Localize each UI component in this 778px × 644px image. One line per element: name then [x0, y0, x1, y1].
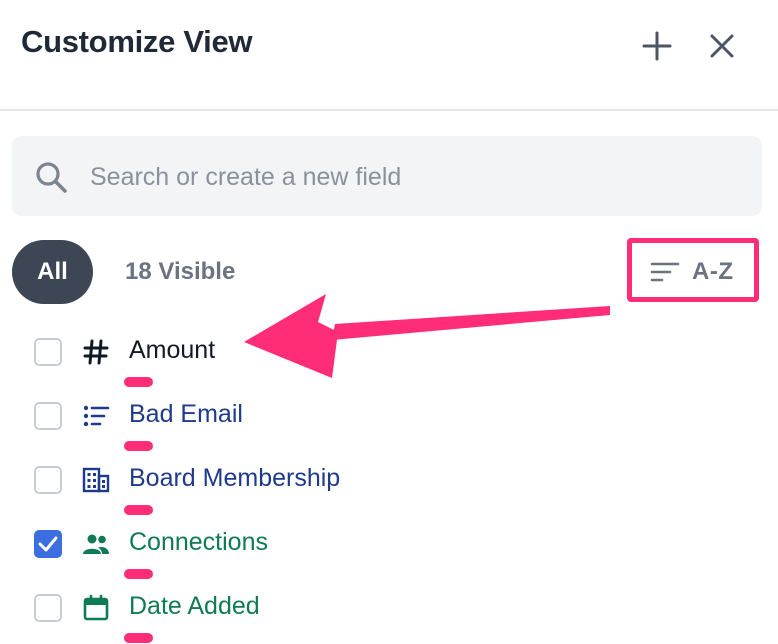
- visible-count: 18 Visible: [125, 258, 236, 285]
- field-row-amount[interactable]: Amount: [0, 327, 560, 387]
- field-checkbox[interactable]: [34, 338, 62, 366]
- sort-az-button[interactable]: A-Z: [650, 254, 733, 290]
- add-field-button[interactable]: [637, 26, 677, 66]
- annotation-underline: [124, 441, 153, 451]
- search-box[interactable]: [12, 136, 762, 216]
- field-label: Board Membership: [129, 464, 341, 492]
- checkmark-icon: [38, 536, 58, 552]
- field-checkbox-checked[interactable]: [34, 530, 62, 558]
- close-button[interactable]: [702, 26, 742, 66]
- annotation-underline: [124, 633, 153, 643]
- search-input[interactable]: [88, 156, 732, 198]
- list-icon: [83, 405, 110, 427]
- header-divider: [0, 109, 778, 111]
- field-label: Amount: [129, 336, 216, 364]
- field-row-board-membership[interactable]: Board Membership: [0, 455, 560, 515]
- annotation-underline: [124, 377, 153, 387]
- search-icon: [36, 162, 67, 193]
- annotation-underline: [124, 569, 153, 579]
- field-checkbox[interactable]: [34, 466, 62, 494]
- field-label: Bad Email: [129, 400, 243, 428]
- field-row-connections[interactable]: Connections: [0, 519, 560, 579]
- building-icon: [82, 467, 110, 493]
- annotation-underline: [124, 505, 153, 515]
- field-row-bad-email[interactable]: Bad Email: [0, 391, 560, 451]
- close-icon: [710, 34, 734, 58]
- sort-lines-icon: [650, 262, 680, 282]
- field-row-date-added[interactable]: Date Added: [0, 583, 560, 643]
- filter-all-button[interactable]: All: [12, 240, 93, 304]
- plus-icon: [642, 31, 672, 61]
- field-label: Connections: [129, 528, 268, 556]
- page-title: Customize View: [21, 24, 253, 59]
- field-checkbox[interactable]: [34, 402, 62, 430]
- sort-label: A-Z: [692, 258, 734, 285]
- field-checkbox[interactable]: [34, 594, 62, 622]
- field-label: Date Added: [129, 592, 260, 620]
- hash-icon: [83, 339, 109, 365]
- calendar-icon: [83, 594, 109, 621]
- people-icon: [83, 534, 109, 554]
